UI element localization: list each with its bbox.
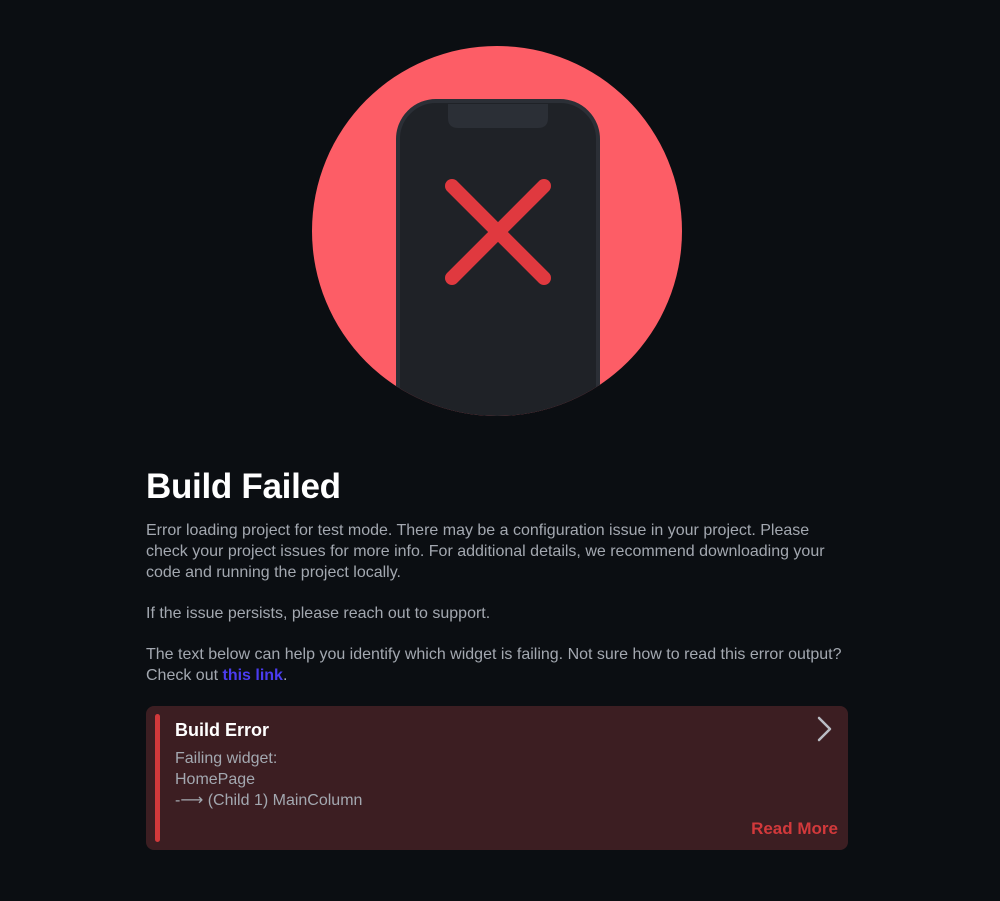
- read-more-link[interactable]: Read More: [751, 818, 838, 840]
- phone-with-x-icon: [312, 46, 682, 416]
- content-section: Build Failed Error loading project for t…: [146, 466, 848, 850]
- chevron-right-icon[interactable]: [812, 715, 836, 743]
- this-link[interactable]: this link: [222, 667, 282, 684]
- error-details: Failing widget: HomePage -⟶ (Child 1) Ma…: [175, 748, 362, 811]
- help-message: The text below can help you identify whi…: [146, 644, 848, 686]
- phone-body: [396, 99, 600, 416]
- error-accent-bar: [155, 714, 160, 842]
- error-line: Failing widget:: [175, 750, 278, 767]
- build-failed-page: Build Failed Error loading project for t…: [0, 0, 1000, 901]
- phone-notch: [448, 104, 548, 128]
- error-card-title: Build Error: [175, 720, 270, 740]
- help-message-end: .: [282, 667, 288, 684]
- support-message: If the issue persists, please reach out …: [146, 605, 491, 622]
- error-line: -⟶ (Child 1) MainColumn: [175, 792, 363, 809]
- error-line: HomePage: [175, 771, 256, 788]
- build-error-card[interactable]: Build Error Failing widget: HomePage -⟶ …: [146, 706, 848, 850]
- page-title: Build Failed: [146, 467, 341, 506]
- error-description: Error loading project for test mode. The…: [146, 522, 825, 581]
